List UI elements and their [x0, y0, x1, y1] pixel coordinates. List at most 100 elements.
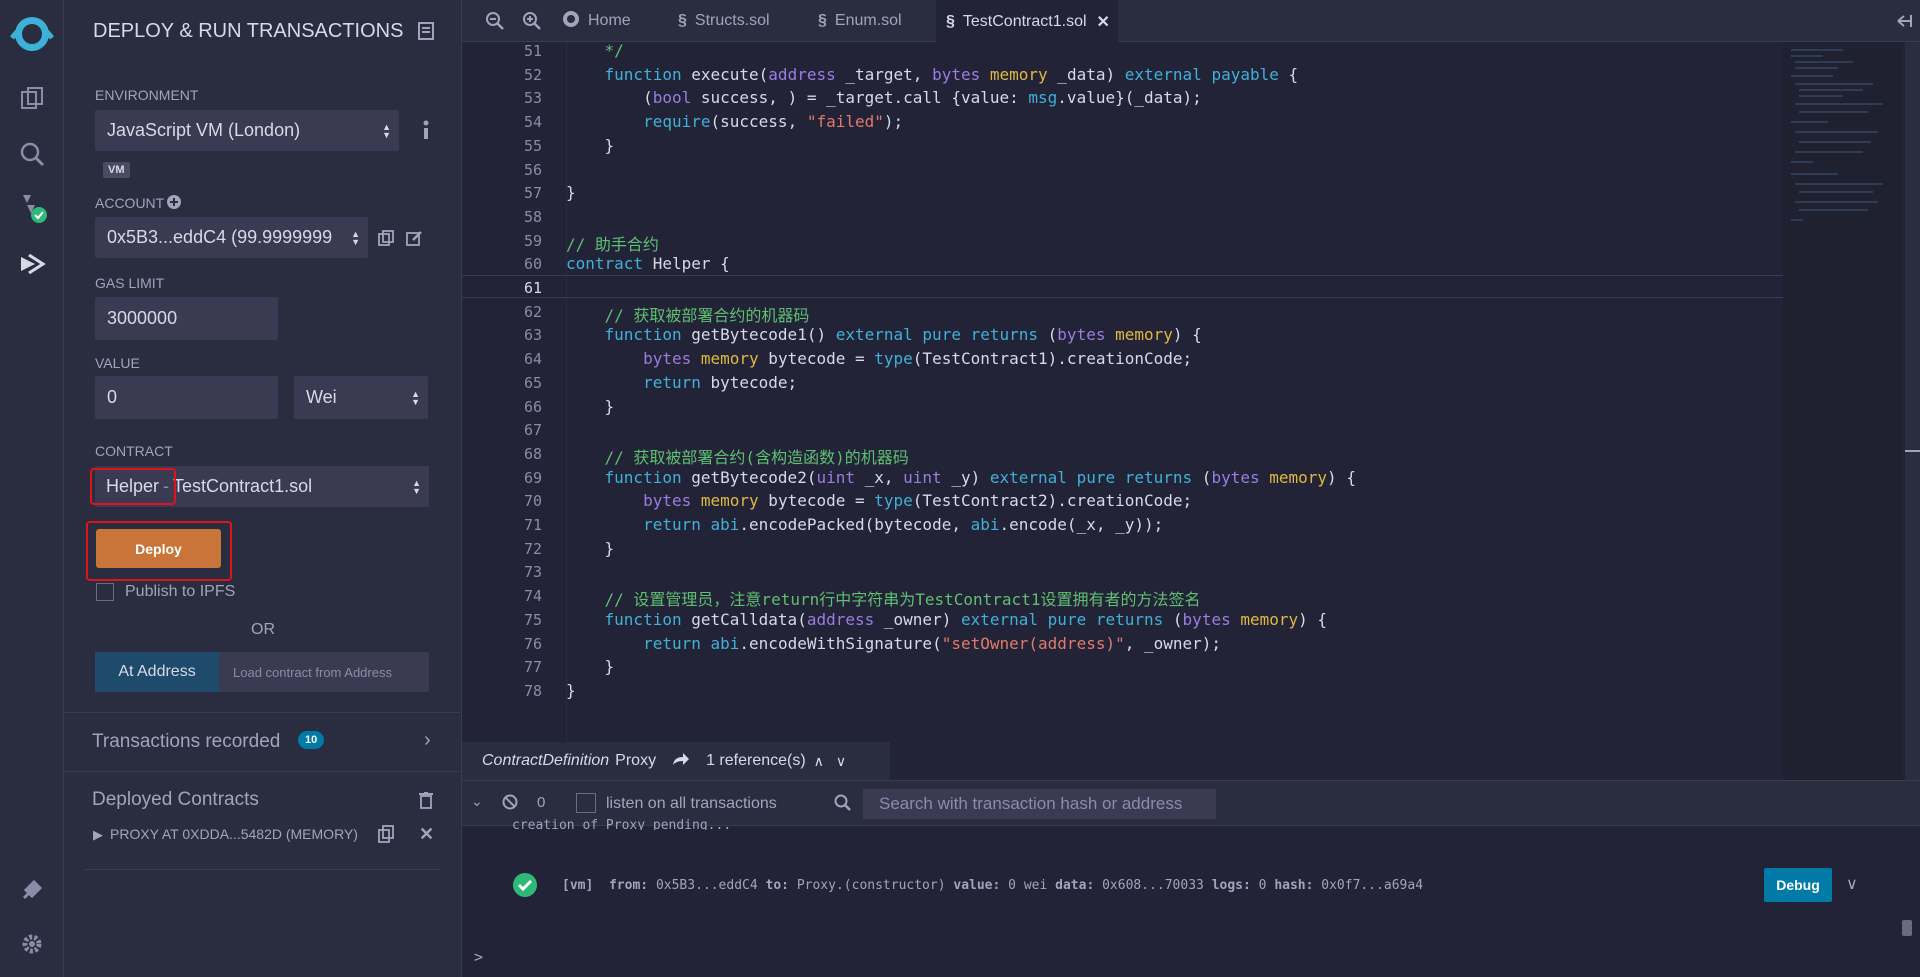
- remix-logo-icon[interactable]: [0, 4, 64, 60]
- line-number: 69: [523, 468, 542, 487]
- publish-ipfs-checkbox[interactable]: [96, 583, 114, 601]
- documentation-icon[interactable]: [418, 22, 434, 45]
- value-amount: 0: [107, 387, 118, 407]
- edit-icon[interactable]: [406, 230, 422, 251]
- listen-checkbox[interactable]: [576, 793, 596, 813]
- value-input[interactable]: 0: [95, 376, 278, 419]
- code-line: return abi.encodePacked(bytecode, abi.en…: [643, 515, 1164, 534]
- code-line: }: [566, 538, 615, 558]
- line-number: 54: [523, 113, 542, 132]
- reference-count: 1 reference(s): [706, 752, 806, 769]
- select-arrows-icon: ▲ ▼: [382, 121, 391, 140]
- account-select[interactable]: 0x5B3...eddC4 (99.9999999 ▲ ▼: [95, 217, 368, 258]
- transactions-recorded-label: Transactions recorded: [92, 731, 281, 752]
- close-icon[interactable]: ✕: [419, 824, 434, 845]
- log-value: Proxy.(constructor): [796, 878, 946, 893]
- line-number: 68: [523, 444, 542, 463]
- current-line-highlight: [462, 275, 1783, 298]
- terminal-scrollbar[interactable]: [1902, 920, 1912, 936]
- deploy-highlight-box: [86, 521, 232, 581]
- code-line: // 获取被部署合约的机器码: [604, 305, 810, 325]
- line-number: 65: [523, 373, 542, 392]
- terminal-prompt[interactable]: >: [474, 948, 483, 966]
- solidity-compiler-icon[interactable]: [0, 180, 64, 236]
- chevron-right-icon[interactable]: ▶: [93, 827, 103, 843]
- gas-limit-value: 3000000: [107, 308, 178, 328]
- code-line: }: [566, 680, 576, 700]
- listen-label: listen on all transactions: [606, 795, 777, 812]
- deploy-run-icon[interactable]: [0, 236, 64, 292]
- settings-gear-icon[interactable]: [0, 916, 64, 972]
- transaction-search-input[interactable]: Search with transaction hash or address: [863, 789, 1216, 819]
- icon-sidebar: [0, 0, 64, 977]
- tab-enum[interactable]: § Enum.sol: [808, 0, 912, 42]
- deployed-contracts-label: Deployed Contracts: [92, 789, 259, 810]
- code-line: function getCalldata(address _owner) ext…: [604, 609, 1328, 629]
- chevron-right-icon[interactable]: ›: [424, 729, 431, 752]
- tab-testcontract1[interactable]: § TestContract1.sol ✕: [936, 0, 1118, 43]
- line-number: 57: [523, 184, 542, 203]
- code-line: */: [566, 42, 624, 60]
- contract-highlight-box: [90, 468, 176, 505]
- code-line: contract Helper {: [566, 254, 730, 274]
- account-value: 0x5B3...eddC4 (99.9999999: [107, 227, 333, 247]
- chevron-up-icon[interactable]: ∧: [814, 753, 824, 770]
- deployed-contract-item[interactable]: PROXY AT 0XDDA...5482D (MEMORY): [110, 826, 358, 842]
- tab-home[interactable]: Home: [552, 0, 641, 42]
- tab-label: Home: [588, 12, 631, 29]
- pending-tx-count: 0: [537, 794, 546, 811]
- account-label: ACCOUNT: [95, 195, 165, 211]
- environment-select[interactable]: JavaScript VM (London) ▲ ▼: [95, 110, 399, 151]
- debug-button[interactable]: Debug: [1764, 868, 1832, 902]
- go-to-definition-icon[interactable]: [672, 752, 690, 771]
- publish-ipfs-label: Publish to IPFS: [125, 583, 236, 600]
- search-icon[interactable]: [0, 126, 64, 182]
- copy-icon[interactable]: [378, 825, 394, 848]
- plugin-manager-icon[interactable]: [0, 862, 64, 918]
- gas-limit-input[interactable]: 3000000: [95, 297, 278, 340]
- code-minimap[interactable]: [1783, 42, 1903, 780]
- value-label: VALUE: [95, 355, 140, 371]
- code-line: // 设置管理员，注意return行中字符串为TestContract1设置拥有…: [604, 590, 1201, 610]
- solidity-file-icon: §: [678, 12, 687, 29]
- editor-scrollbar[interactable]: [1905, 42, 1920, 780]
- file-explorer-icon[interactable]: [0, 70, 64, 126]
- chevron-down-icon[interactable]: ∨: [1846, 874, 1858, 894]
- code-editor[interactable]: 51 */ 52 function execute(address _target…: [462, 42, 1920, 742]
- chevron-down-icon[interactable]: ∨: [836, 753, 846, 770]
- code-line: function getBytecode2(uint _x, uint _y) …: [604, 467, 1356, 487]
- close-tab-icon[interactable]: ✕: [1097, 12, 1110, 32]
- tab-label: Enum.sol: [834, 12, 902, 29]
- log-key: to:: [765, 878, 789, 893]
- clear-console-icon[interactable]: [502, 794, 518, 815]
- reference-bar: ContractDefinition Proxy 1 reference(s) …: [462, 742, 890, 780]
- tab-structs[interactable]: § Structs.sol: [668, 0, 780, 42]
- editor-tab-bar: Home § Structs.sol § Enum.sol § TestCont…: [462, 0, 1920, 43]
- zoom-out-icon[interactable]: [476, 0, 514, 42]
- code-line: return abi.encodeWithSignature("setOwner…: [643, 633, 1222, 653]
- gas-limit-label: GAS LIMIT: [95, 275, 165, 291]
- home-icon: [562, 10, 580, 33]
- transactions-count-badge: 10: [298, 731, 325, 749]
- collapse-panel-icon[interactable]: [1886, 0, 1920, 42]
- copy-icon[interactable]: [378, 230, 394, 251]
- value-unit-select[interactable]: Wei ▲ ▼: [294, 376, 428, 419]
- transactions-recorded-section[interactable]: Transactions recorded 10 ›: [64, 712, 460, 772]
- log-key: value:: [953, 878, 1001, 893]
- collapse-terminal-icon[interactable]: ⌄: [471, 793, 483, 810]
- code-line: }: [566, 183, 576, 203]
- log-value: 0x0f7...a69a4: [1321, 878, 1424, 893]
- load-address-input[interactable]: Load contract from Address: [219, 652, 429, 692]
- at-address-button[interactable]: At Address: [95, 652, 219, 692]
- line-number: 64: [523, 350, 542, 369]
- code-line: function execute(address _target, bytes …: [604, 64, 1299, 84]
- scroll-position-marker: [1905, 450, 1920, 452]
- line-number: 59: [523, 231, 542, 250]
- transaction-log[interactable]: [vm] from: 0x5B3...eddC4 to: Proxy.(cons…: [562, 878, 1423, 893]
- or-divider: OR: [251, 621, 275, 638]
- zoom-in-icon[interactable]: [513, 0, 551, 42]
- code-line: }: [566, 135, 615, 155]
- trash-icon[interactable]: [419, 792, 433, 814]
- add-account-icon[interactable]: [167, 195, 181, 214]
- info-icon[interactable]: [422, 120, 430, 145]
